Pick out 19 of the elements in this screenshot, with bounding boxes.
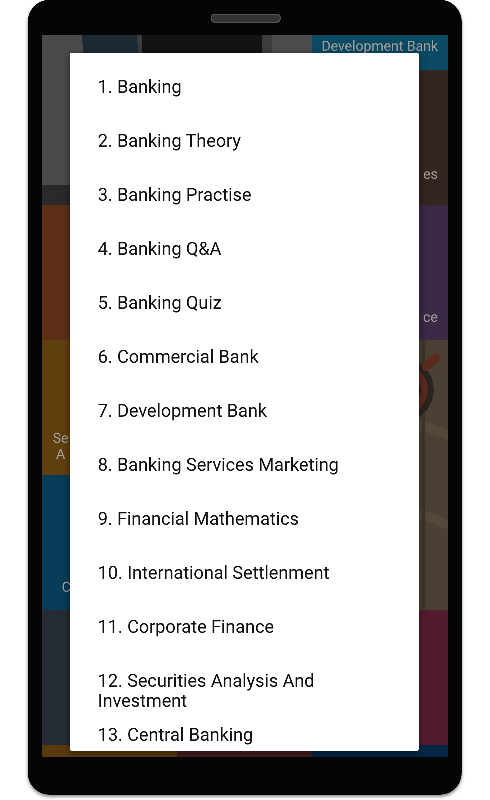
speaker-grille: [211, 14, 281, 23]
list-item[interactable]: 9. Financial Mathematics: [70, 502, 419, 556]
list-item[interactable]: 6. Commercial Bank: [70, 340, 419, 394]
list-item[interactable]: 7. Development Bank: [70, 394, 419, 448]
tile-label: Se A: [53, 431, 69, 463]
list-item[interactable]: 4. Banking Q&A: [70, 232, 419, 286]
list-item[interactable]: 2. Banking Theory: [70, 124, 419, 178]
list-item[interactable]: 1. Banking: [70, 70, 419, 124]
list-item[interactable]: 12. Securities Analysis And Investment: [70, 664, 419, 718]
list-item[interactable]: 13. Central Banking: [70, 718, 419, 751]
tile-label: C: [62, 580, 72, 596]
tile-label: Development Bank: [320, 39, 440, 55]
list-item[interactable]: 3. Banking Practise: [70, 178, 419, 232]
tile-label: ce: [423, 310, 438, 326]
tile-label: es: [423, 167, 438, 183]
list-item[interactable]: 11. Corporate Finance: [70, 610, 419, 664]
list-item[interactable]: 10. International Settlenment: [70, 556, 419, 610]
list-item[interactable]: 8. Banking Services Marketing: [70, 448, 419, 502]
list-item[interactable]: 5. Banking Quiz: [70, 286, 419, 340]
